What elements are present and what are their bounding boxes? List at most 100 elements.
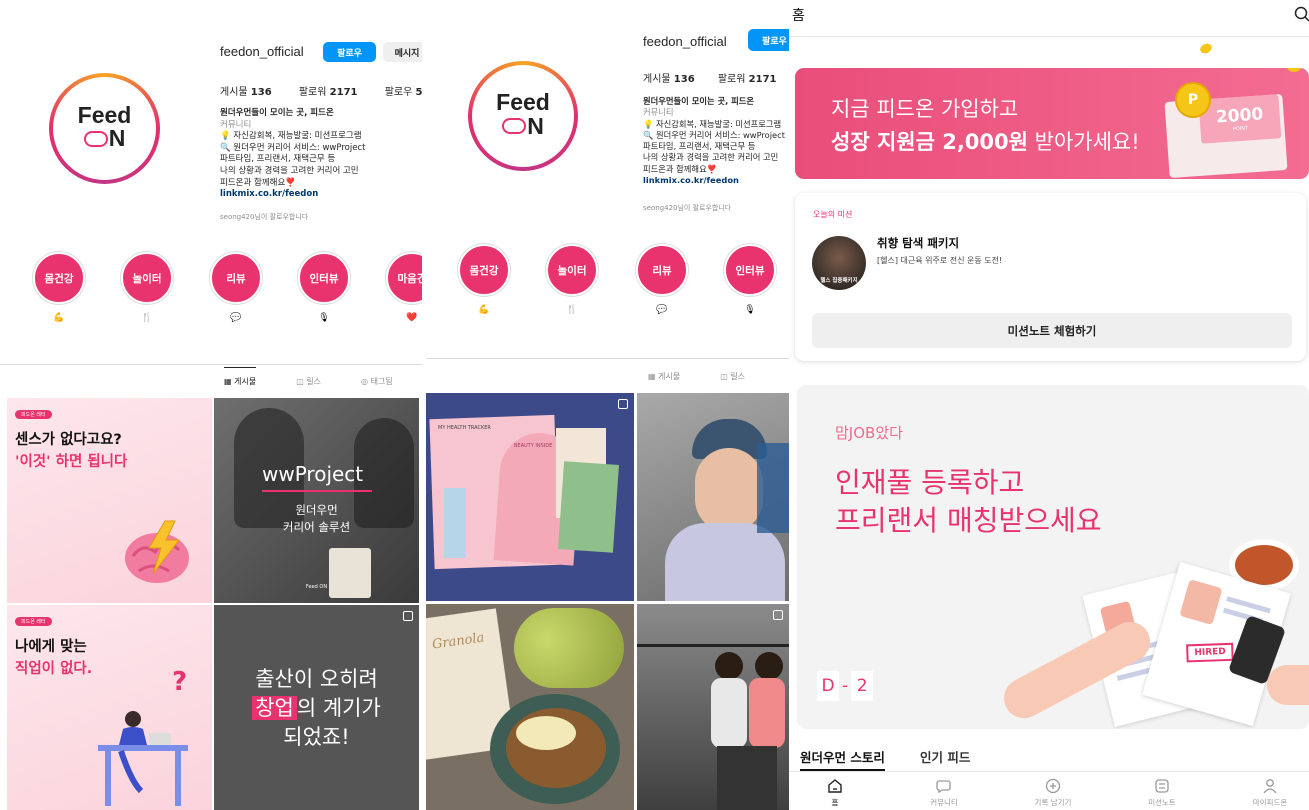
add-circle-icon	[1045, 778, 1061, 794]
highlight-review[interactable]: 리뷰 💬	[632, 244, 692, 316]
mission-thumbnail: 헬스 집중패키지	[812, 236, 866, 290]
feedon-app-home: 홈 지금 피드온 가입하고 성장 지원금 2,000원 받아가세요! 2000 …	[789, 0, 1309, 810]
post-badge: 피드온 레터	[15, 617, 52, 626]
person-at-desk-icon	[98, 711, 188, 806]
profile-bio: 원더우먼들이 모이는 곳, 피드온 커뮤니티 💡 자신감회복, 재능발굴: 미션…	[643, 96, 785, 186]
nav-home[interactable]: 홈	[800, 777, 870, 808]
highlight-body-health[interactable]: 몸건강 💪	[454, 244, 514, 316]
post-label: MY HEALTH TRACKER	[438, 425, 491, 431]
app-header: 홈	[789, 0, 1309, 37]
multi-post-icon	[618, 399, 628, 409]
tab-reels[interactable]: ◫ 릴스	[720, 371, 745, 382]
coffee-cup-icon	[1235, 545, 1293, 585]
community-icon	[936, 780, 951, 794]
post-title-line1: 센스가 없다고요?	[15, 432, 122, 448]
highlight-mind-health[interactable]: 마음건❤️	[382, 252, 422, 324]
post-logo: Feed ON	[305, 584, 328, 590]
logo-feed-text: Feed	[496, 89, 550, 116]
highlight-playground[interactable]: 놀이터 🍴	[117, 252, 177, 324]
toggle-icon	[502, 118, 527, 135]
post-tile-startup[interactable]: 출산이 오히려 창업 의 계기가 되었죠!	[214, 605, 419, 810]
tab-posts[interactable]: ▦ 게시물	[648, 371, 680, 382]
follow-button[interactable]: 팔로우	[323, 42, 376, 62]
note-icon	[1155, 779, 1169, 793]
logo-feed-text: Feed	[77, 101, 132, 128]
post-tile-granola[interactable]: Granola	[426, 604, 634, 810]
talent-pool-banner[interactable]: 맘JOB았다 인재풀 등록하고 프리랜서 매칭받으세요 HIRED D - 2	[797, 385, 1309, 729]
multi-post-icon	[403, 611, 413, 621]
post-badge: 피드온 레터	[15, 410, 52, 419]
nav-community[interactable]: 커뮤니티	[909, 777, 979, 808]
message-button[interactable]: 메시지	[383, 42, 422, 62]
profile-avatar[interactable]: Feed N	[49, 73, 160, 184]
logo-on-text: N	[83, 125, 125, 152]
page-title: 홈	[792, 8, 805, 24]
bio-link[interactable]: linkmix.co.kr/feedon	[220, 189, 365, 201]
post-tile-gym[interactable]	[637, 604, 789, 810]
bottom-nav-divider	[789, 771, 1309, 772]
d-day-counter: D - 2	[817, 669, 887, 703]
hired-stamp: HIRED	[1186, 642, 1235, 663]
mission-label: 오늘의 미션	[813, 210, 853, 219]
highlight-interview[interactable]: 인터뷰 🎙	[294, 252, 354, 324]
banner-small-title: 맘JOB았다	[835, 424, 903, 442]
tabs-divider	[0, 364, 422, 365]
logo-on-text: N	[502, 113, 544, 140]
profile-stats: 게시물 136 팔로워 2171 팔로우 5	[220, 87, 422, 98]
follow-button[interactable]: 팔로우	[748, 29, 789, 51]
banner-headline: 인재풀 등록하고 프리랜서 매칭받으세요	[835, 466, 1102, 537]
profile-stats: 게시물 136 팔로워 2171	[643, 74, 777, 85]
highlight-review[interactable]: 리뷰 💬	[206, 252, 266, 324]
banner-line1: 지금 피드온 가입하고	[831, 97, 1019, 121]
tab-posts[interactable]: ▦ 게시물	[224, 367, 257, 387]
post-tile-selfie[interactable]	[637, 393, 789, 601]
post-title: wwProject	[262, 462, 364, 486]
highlight-body-health[interactable]: 몸건강 💪	[29, 252, 89, 324]
profile-username: feedon_official	[643, 34, 727, 49]
nav-record[interactable]: 기록 남기기	[1018, 777, 1088, 808]
tabs-divider	[426, 358, 789, 359]
user-icon	[1263, 779, 1277, 794]
tab-tagged[interactable]: ◎ 태그됨	[361, 376, 393, 387]
bio-link[interactable]: linkmix.co.kr/feedon	[643, 175, 785, 186]
search-icon[interactable]	[1294, 6, 1309, 22]
tab-reels[interactable]: ◫ 릴스	[296, 376, 321, 387]
brain-icon	[125, 520, 189, 583]
coin-decoration	[1198, 41, 1214, 56]
tab-wonderwoman-story[interactable]: 원더우먼 스토리	[800, 747, 885, 771]
highlight-playground[interactable]: 놀이터 🍴	[542, 244, 602, 316]
profile-bio: 원더우먼들이 모이는 곳, 피드온 커뮤니티 💡 자신감회복, 재능발굴: 미션…	[220, 108, 366, 201]
mission-note-button[interactable]: 미션노트 체험하기	[812, 313, 1292, 348]
nav-my-feedon[interactable]: 마이피드온	[1235, 777, 1305, 808]
profile-avatar[interactable]: Feed N	[468, 61, 578, 171]
post-tile-sense[interactable]: 피드온 레터 센스가 없다고요? '이것' 하면 됩니다	[7, 398, 212, 603]
followed-by-text: seong420님이 팔로우합니다	[220, 213, 309, 221]
banner-line2: 성장 지원금 2,000원 받아가세요!	[831, 130, 1140, 154]
post-sublabel: BEAUTY INSIDE	[514, 443, 553, 449]
mission-card: 오늘의 미션 헬스 집중패키지 취향 탐색 패키지 [헬스] 대근육 위주로 전…	[795, 193, 1306, 361]
profile-tabs: ▦ 게시물 ◫ 릴스	[648, 371, 745, 382]
profile-tabs: ▦ 게시물 ◫ 릴스 ◎ 태그됨	[224, 367, 393, 387]
mission-title: 취향 탐색 패키지	[877, 236, 960, 250]
question-mark-icon: ?	[172, 667, 188, 697]
hand-right	[1267, 665, 1309, 705]
nav-mission-note[interactable]: 미션노트	[1127, 777, 1197, 808]
post-title-line1: 나에게 맞는	[15, 639, 87, 655]
profile-username: feedon_official	[220, 44, 304, 59]
toggle-icon	[83, 130, 108, 147]
post-tile-health-tracker[interactable]: MY HEALTH TRACKER BEAUTY INSIDE	[426, 393, 634, 601]
instagram-profile-panel-1: Feed N feedon_official 팔로우 메시지 게시물 136 팔…	[0, 0, 422, 810]
post-title-line2: 직업이 없다.	[15, 661, 93, 677]
post-tile-wwproject[interactable]: wwProject 원더우먼 커리어 솔루션 Feed ON	[214, 398, 419, 603]
followed-by-text: seong420님이 팔로우합니다	[643, 204, 732, 212]
highlight-interview[interactable]: 인터뷰 🎙	[720, 244, 780, 316]
multi-post-icon	[773, 610, 783, 620]
tab-popular-feed[interactable]: 인기 피드	[920, 747, 970, 766]
point-amount: 2000	[1215, 104, 1264, 128]
point-label: POINT	[1232, 125, 1249, 133]
signup-banner[interactable]: 지금 피드온 가입하고 성장 지원금 2,000원 받아가세요! 2000 PO…	[795, 68, 1309, 179]
mission-description: [헬스] 대근육 위주로 전신 운동 도전!	[877, 256, 1003, 265]
post-subtitle: 원더우먼 커리어 솔루션	[282, 503, 351, 534]
post-title-line2: '이것' 하면 됩니다	[15, 454, 128, 470]
post-tile-job[interactable]: 피드온 레터 나에게 맞는 직업이 없다. ?	[7, 605, 212, 810]
